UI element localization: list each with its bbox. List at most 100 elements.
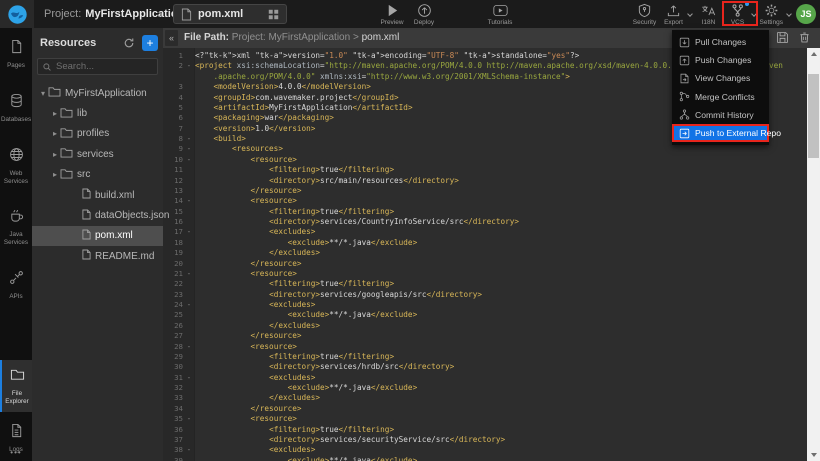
sidebar-top-items: Pages Databases Web Services Java Services A… bbox=[0, 32, 32, 307]
fold-marker[interactable]: - bbox=[183, 196, 195, 206]
line-number: 28 bbox=[163, 342, 183, 352]
scrollbar-thumb[interactable] bbox=[808, 74, 819, 158]
tab-file-name: pom.xml bbox=[198, 8, 243, 20]
wavemaker-logo[interactable] bbox=[0, 0, 34, 28]
fold-marker[interactable]: - bbox=[183, 342, 195, 352]
fold-marker[interactable]: - bbox=[183, 269, 195, 279]
sidebar-more-button[interactable]: ••• bbox=[0, 448, 32, 457]
project-label: Project: bbox=[44, 8, 81, 20]
code-text: <directory>services/securityService/src<… bbox=[195, 435, 807, 445]
preview-button[interactable]: Preview bbox=[376, 0, 408, 28]
user-avatar[interactable]: JS bbox=[796, 4, 816, 24]
code-text: <filtering>true</filtering> bbox=[195, 165, 807, 175]
fold-spacer bbox=[183, 259, 195, 269]
collapse-panel-button[interactable]: « bbox=[165, 30, 178, 46]
fold-spacer bbox=[183, 186, 195, 196]
sidebar-item-label: File Explorer bbox=[2, 390, 32, 406]
tree-item-services[interactable]: ▸services bbox=[32, 144, 163, 164]
wavemaker-studio: Project: MyFirstApplication › pom.xml Pr… bbox=[0, 0, 820, 461]
chevron-down-icon bbox=[786, 11, 792, 17]
caret-closed-icon[interactable]: ▸ bbox=[50, 129, 60, 138]
line-number: 12 bbox=[163, 176, 183, 186]
fold-spacer bbox=[183, 435, 195, 445]
export-button[interactable]: Export bbox=[661, 0, 693, 28]
arrow-up-icon bbox=[811, 52, 817, 56]
tab-pom-xml[interactable]: pom.xml bbox=[173, 4, 287, 24]
tree-item-profiles[interactable]: ▸profiles bbox=[32, 124, 163, 144]
code-row: 38- <excludes> bbox=[163, 445, 807, 455]
arrow-down-icon bbox=[811, 453, 817, 457]
sidebar-item-java-services[interactable]: Java Services bbox=[0, 201, 32, 253]
vertical-scrollbar[interactable] bbox=[807, 48, 820, 461]
sidebar-item-pages[interactable]: Pages bbox=[0, 32, 32, 76]
fold-marker[interactable]: - bbox=[183, 155, 195, 165]
folder-icon bbox=[48, 84, 61, 102]
caret-closed-icon[interactable]: ▸ bbox=[50, 150, 60, 159]
menu-item-commit-history[interactable]: Commit History bbox=[672, 106, 769, 124]
menu-item-push-changes[interactable]: Push Changes bbox=[672, 51, 769, 69]
scroll-down-button[interactable] bbox=[807, 449, 820, 461]
line-number: 24 bbox=[163, 300, 183, 310]
sidebar-item-file-explorer[interactable]: File Explorer bbox=[0, 360, 32, 412]
menu-item-merge-conflicts[interactable]: Merge Conflicts bbox=[672, 88, 769, 106]
security-button[interactable]: Security bbox=[629, 0, 661, 28]
sidebar-item-web-services[interactable]: Web Services bbox=[0, 140, 32, 192]
code-row: 39 <exclude>**/*.java</exclude> bbox=[163, 456, 807, 461]
tree-item-dataobjects-json[interactable]: dataObjects.json bbox=[32, 205, 163, 225]
line-number: 3 bbox=[163, 82, 183, 92]
fold-marker[interactable]: - bbox=[183, 414, 195, 424]
pages-icon bbox=[9, 39, 24, 59]
line-number: 9 bbox=[163, 144, 183, 154]
menu-item-label: View Changes bbox=[695, 73, 750, 83]
grid-icon[interactable] bbox=[268, 9, 279, 20]
code-text: <excludes> bbox=[195, 300, 807, 310]
refresh-icon[interactable] bbox=[123, 37, 135, 49]
menu-item-pull-changes[interactable]: Pull Changes bbox=[672, 33, 769, 51]
line-number: 5 bbox=[163, 103, 183, 113]
search-input[interactable] bbox=[56, 59, 156, 74]
add-resource-button[interactable]: + bbox=[142, 35, 158, 51]
code-row: 23 <directory>services/googleapis/src</d… bbox=[163, 290, 807, 300]
fold-marker[interactable]: - bbox=[183, 61, 195, 71]
action-label: I18N bbox=[702, 19, 716, 26]
fold-marker[interactable]: - bbox=[183, 227, 195, 237]
menu-item-push-to-external-repo[interactable]: Push to External Repo bbox=[672, 124, 769, 142]
fold-marker[interactable]: - bbox=[183, 300, 195, 310]
project-breadcrumb[interactable]: Project: MyFirstApplication bbox=[44, 0, 184, 28]
line-number: 30 bbox=[163, 362, 183, 372]
fold-marker[interactable]: - bbox=[183, 373, 195, 383]
tree-item-build-xml[interactable]: build.xml bbox=[32, 185, 163, 205]
tree-item-lib[interactable]: ▸lib bbox=[32, 103, 163, 123]
save-icon[interactable] bbox=[776, 31, 789, 44]
code-row: 14- <resource> bbox=[163, 196, 807, 206]
i18n-button[interactable]: I18N bbox=[693, 0, 725, 28]
code-text: </resource> bbox=[195, 331, 807, 341]
trash-icon[interactable] bbox=[798, 31, 811, 44]
fold-marker[interactable]: - bbox=[183, 134, 195, 144]
menu-item-view-changes[interactable]: View Changes bbox=[672, 69, 769, 87]
deploy-button[interactable]: Deploy bbox=[408, 0, 440, 28]
caret-closed-icon[interactable]: ▸ bbox=[50, 170, 60, 179]
sidebar-item-apis[interactable]: APIs bbox=[0, 263, 32, 307]
sidebar-item-databases[interactable]: Databases bbox=[0, 86, 32, 130]
scroll-up-button[interactable] bbox=[807, 48, 820, 60]
tutorials-button[interactable]: Tutorials bbox=[484, 0, 516, 28]
vcs-button[interactable]: VCS bbox=[725, 0, 757, 28]
fold-marker[interactable]: - bbox=[183, 445, 195, 455]
fold-spacer bbox=[183, 425, 195, 435]
caret-open-icon[interactable]: ▾ bbox=[38, 89, 48, 98]
tree-item-readme-md[interactable]: README.md bbox=[32, 246, 163, 266]
fold-marker[interactable]: - bbox=[183, 144, 195, 154]
line-number: 14 bbox=[163, 196, 183, 206]
line-number: 38 bbox=[163, 445, 183, 455]
tree-item-myfirstapplication[interactable]: ▾MyFirstApplication bbox=[32, 83, 163, 103]
tree-item-pom-xml[interactable]: pom.xml bbox=[32, 226, 163, 246]
settings-button[interactable]: Settings bbox=[757, 0, 793, 28]
code-text: </resource> bbox=[195, 259, 807, 269]
fold-spacer bbox=[183, 103, 195, 113]
action-label: Settings bbox=[760, 19, 784, 26]
caret-closed-icon[interactable]: ▸ bbox=[50, 109, 60, 118]
vcs-dropdown-menu: Pull ChangesPush Changes View Changes Merg… bbox=[672, 30, 769, 145]
tree-item-src[interactable]: ▸src bbox=[32, 165, 163, 185]
fold-spacer bbox=[183, 238, 195, 248]
